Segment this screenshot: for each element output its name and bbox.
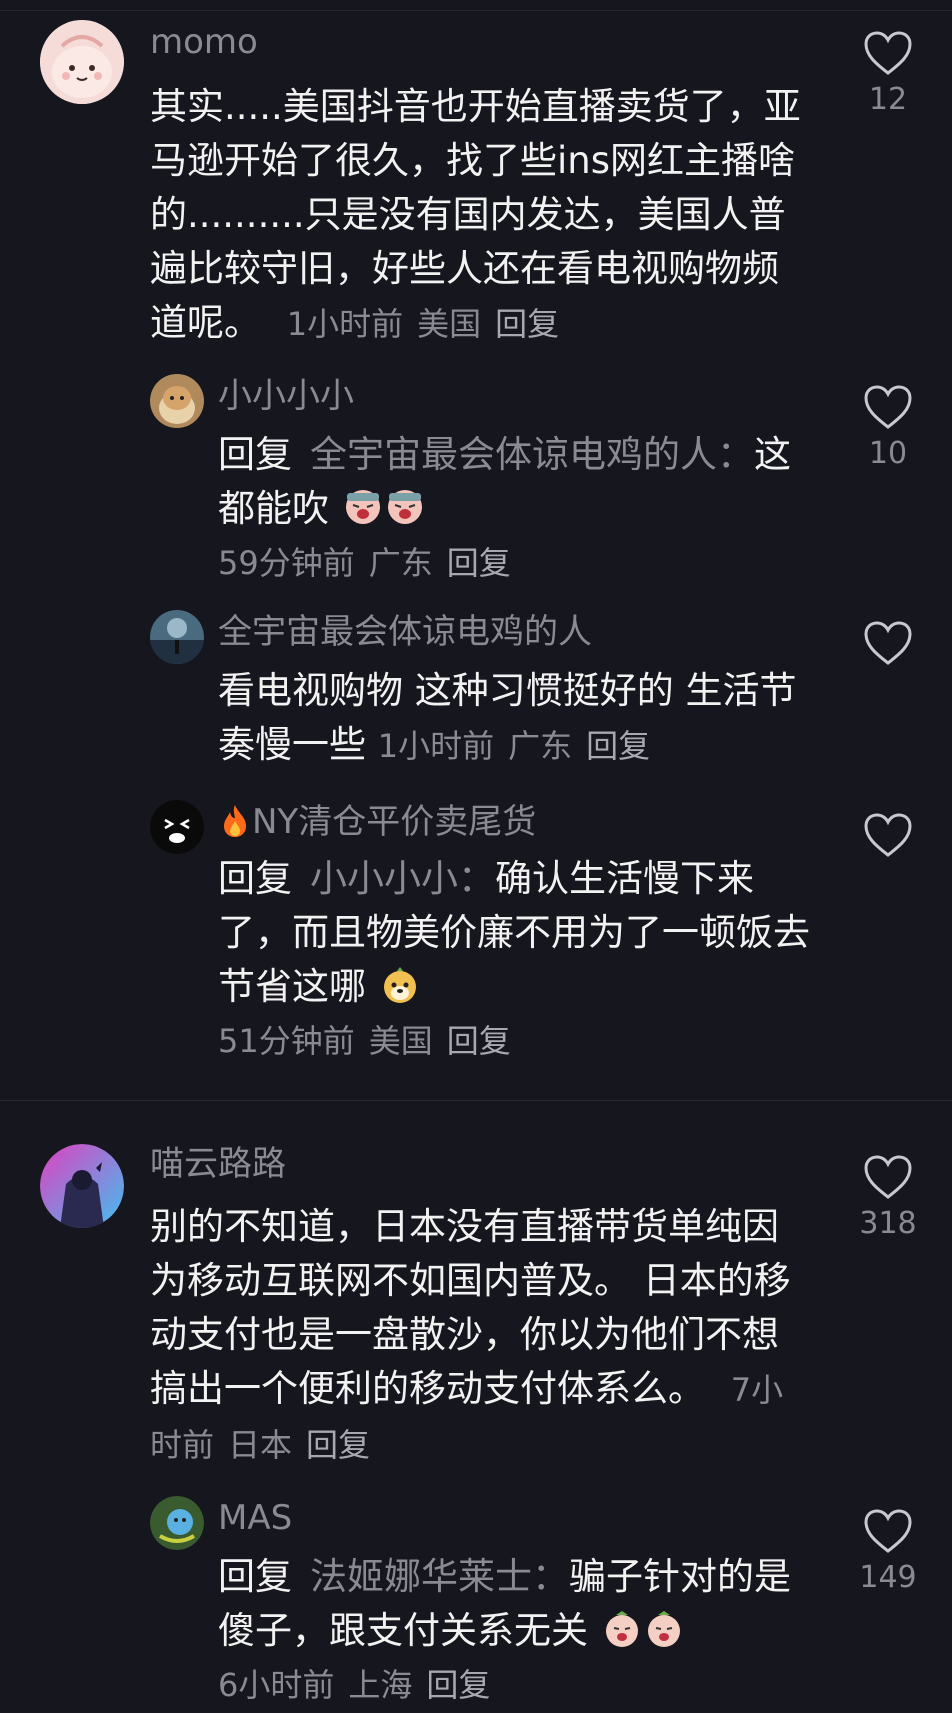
crying-face-emoji [343,487,383,527]
comment-body: 别的不知道，日本没有直播带货单纯因为移动互联网不如国内普及。 日本的移动支付也是… [150,1200,810,1472]
reply-target[interactable]: 小小小小： [310,857,495,900]
reply-target[interactable]: 法姬娜华莱士： [310,1555,569,1598]
like-button[interactable] [848,812,928,862]
reply-meta: 1小时前 广东 回复 [378,727,650,765]
comment-divider [0,1100,952,1101]
comment-location: 日本 [228,1426,293,1464]
heart-icon [864,1509,912,1553]
reply-button[interactable]: 回复 [447,1022,511,1060]
reply-time: 6小时前 [218,1666,335,1704]
top-divider [0,10,952,11]
reply-location: 上海 [348,1666,413,1704]
comment-author[interactable]: momo [150,22,258,62]
reply-meta: 6小时前 上海 回复 [218,1660,490,1706]
reply-body: 看电视购物 这种习惯挺好的 生活节奏慢一些 1小时前 广东 回复 [218,664,818,773]
reply-time: 1小时前 [377,727,495,765]
reply-body: 回复 全宇宙最会体谅电鸡的人：这都能吹 [218,428,818,536]
comment-time: 1小时前 [286,305,404,343]
like-count: 149 [859,1560,917,1595]
like-button[interactable] [848,620,928,670]
reply-button[interactable]: 回复 [306,1426,370,1464]
like-button[interactable]: 149 [848,1508,928,1598]
reply-time: 51分钟前 [218,1022,355,1060]
like-button[interactable]: 318 [848,1154,928,1244]
fire-icon [218,803,252,839]
reply-location: 广东 [368,544,433,582]
heart-icon [864,1155,912,1199]
avatar[interactable] [150,800,204,854]
reply-text: 确认生活慢下来了，而且物美价廉不用为了一顿饭去节省这哪 [218,857,810,1008]
reply-prefix: 回复 [218,1555,292,1598]
reply-target[interactable]: 全宇宙最会体谅电鸡的人： [310,433,754,476]
reply-author[interactable]: NY清仓平价卖尾货 [218,802,536,842]
avatar[interactable] [150,374,204,428]
reply-prefix: 回复 [218,857,292,900]
reply-author[interactable]: MAS [218,1498,292,1538]
reply-meta: 51分钟前 美国 回复 [218,1016,511,1062]
avatar[interactable] [150,1496,204,1550]
reply-body: 回复 法姬娜华莱士：骗子针对的是傻子，跟支付关系无关 [218,1550,818,1658]
avatar[interactable] [40,1144,124,1228]
reply-time: 59分钟前 [218,544,355,582]
reply-button[interactable]: 回复 [426,1666,490,1704]
reply-location: 广东 [508,727,573,765]
comment-meta: 1小时前 美国 回复 [273,305,559,343]
crying-face-emoji [385,487,425,527]
heart-icon [864,621,912,665]
heart-icon [864,385,912,429]
avatar[interactable] [150,610,204,664]
avatar[interactable] [40,20,124,104]
comment-text: 别的不知道，日本没有直播带货单纯因为移动互联网不如国内普及。 日本的移动支付也是… [150,1205,791,1410]
heart-icon [864,813,912,857]
heart-icon [864,31,912,75]
comment-body: 其实.....美国抖音也开始直播卖货了，亚马逊开始了很久，找了些ins网红主播啥… [150,80,810,351]
hush-face-emoji [644,1609,684,1649]
like-count: 10 [868,436,908,471]
reply-prefix: 回复 [218,433,292,476]
reply-body: 回复 小小小小：确认生活慢下来了，而且物美价廉不用为了一顿饭去节省这哪 [218,852,818,1014]
like-count: 12 [868,82,908,117]
reply-button[interactable]: 回复 [495,305,559,343]
reply-button[interactable]: 回复 [447,544,511,582]
reply-button[interactable]: 回复 [586,727,650,765]
comment-location: 美国 [417,305,482,343]
reply-location: 美国 [368,1022,433,1060]
hush-face-emoji [602,1609,642,1649]
like-button[interactable]: 12 [848,30,928,120]
reply-author-name: NY清仓平价卖尾货 [252,802,537,842]
reply-meta: 59分钟前 广东 回复 [218,538,511,584]
reply-author[interactable]: 全宇宙最会体谅电鸡的人 [218,612,592,652]
dog-face-emoji [380,965,420,1005]
comment-author[interactable]: 喵云路路 [150,1144,286,1184]
like-count: 318 [859,1206,917,1241]
reply-author[interactable]: 小小小小 [218,376,354,416]
like-button[interactable]: 10 [848,384,928,474]
